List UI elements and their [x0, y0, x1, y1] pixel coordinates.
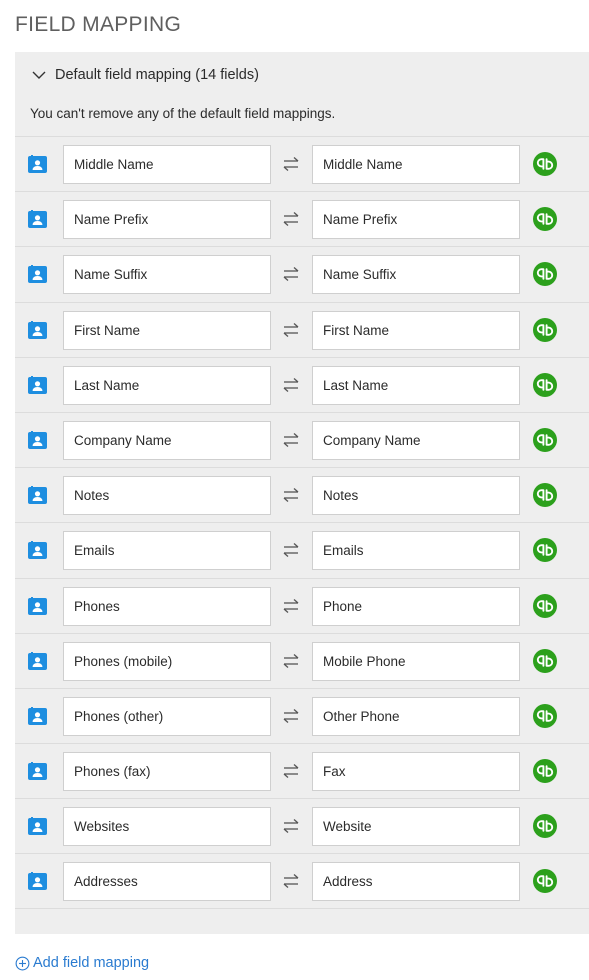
contact-card-icon: [28, 210, 47, 229]
swap-arrows-icon[interactable]: [282, 487, 300, 503]
chevron-down-icon: [32, 71, 46, 79]
swap-arrows-icon[interactable]: [282, 708, 300, 724]
quickbooks-icon: [533, 427, 557, 452]
target-field[interactable]: Other Phone: [312, 696, 520, 736]
contact-card-icon: [28, 155, 47, 174]
swap-arrows-icon[interactable]: [282, 266, 300, 282]
mapping-row: Phones Phone: [15, 577, 589, 633]
source-field[interactable]: Addresses: [63, 862, 271, 902]
page-title: FIELD MAPPING: [15, 13, 182, 36]
mapping-row: First Name First Name: [15, 301, 589, 357]
source-field[interactable]: Name Prefix: [63, 200, 271, 240]
mapping-row: Emails Emails: [15, 522, 589, 577]
mapping-row: Notes Notes: [15, 467, 589, 522]
swap-arrows-icon[interactable]: [282, 432, 300, 448]
quickbooks-icon: [533, 814, 557, 839]
swap-arrows-icon[interactable]: [282, 818, 300, 834]
add-field-mapping-link[interactable]: Add field mapping: [15, 955, 149, 971]
source-field[interactable]: Name Suffix: [63, 255, 271, 295]
target-field[interactable]: Name Suffix: [312, 255, 520, 295]
contact-card-icon: [28, 541, 47, 560]
contact-card-icon: [28, 651, 47, 671]
swap-arrows-icon[interactable]: [282, 156, 300, 172]
target-field[interactable]: Notes: [312, 476, 520, 516]
mapping-row: Last Name Last Name: [15, 356, 589, 412]
mapping-row: Middle Name Middle Name: [15, 136, 589, 191]
swap-arrows-icon[interactable]: [282, 873, 300, 889]
quickbooks-icon: [533, 869, 557, 894]
target-field[interactable]: First Name: [312, 310, 520, 350]
contact-card-icon: [28, 706, 47, 726]
target-field[interactable]: Address: [312, 862, 520, 902]
mapping-row: Phones (mobile) Mobile Phone: [15, 632, 589, 688]
mapping-row: Company Name Company Name: [15, 411, 589, 467]
swap-arrows-icon[interactable]: [282, 542, 300, 558]
contact-card-icon: [28, 265, 47, 284]
contact-card-icon: [28, 486, 47, 505]
swap-arrows-icon[interactable]: [282, 763, 300, 779]
default-mapping-panel: Default field mapping (14 fields) You ca…: [15, 52, 589, 934]
quickbooks-icon: [533, 703, 557, 728]
quickbooks-icon: [533, 207, 557, 232]
add-field-mapping-label: Add field mapping: [33, 955, 150, 971]
swap-arrows-icon[interactable]: [282, 322, 300, 338]
target-field[interactable]: Fax: [312, 752, 520, 792]
contact-card-icon: [28, 596, 47, 616]
swap-arrows-icon[interactable]: [282, 377, 300, 393]
target-field[interactable]: Website: [312, 807, 520, 847]
quickbooks-icon: [533, 372, 557, 397]
quickbooks-icon: [533, 759, 557, 784]
target-field[interactable]: Company Name: [312, 420, 520, 460]
source-field[interactable]: Last Name: [63, 365, 271, 405]
source-field[interactable]: Websites: [63, 807, 271, 847]
target-field[interactable]: Emails: [312, 531, 520, 571]
mapping-row: Websites Website: [15, 798, 589, 853]
target-field[interactable]: Last Name: [312, 365, 520, 405]
quickbooks-icon: [533, 262, 557, 287]
source-field[interactable]: Emails: [63, 531, 271, 571]
swap-arrows-icon[interactable]: [282, 211, 300, 227]
swap-arrows-icon[interactable]: [282, 598, 300, 614]
quickbooks-icon: [533, 152, 557, 176]
quickbooks-icon: [533, 538, 557, 563]
mapping-row: Phones (fax) Fax: [15, 743, 589, 798]
contact-card-icon: [28, 817, 47, 836]
contact-card-icon: [28, 430, 47, 450]
target-field[interactable]: Middle Name: [312, 145, 520, 184]
source-field[interactable]: Middle Name: [63, 145, 271, 184]
mapping-list: Middle Name Middle Name Name Prefix Name Pr…: [15, 136, 589, 909]
source-field[interactable]: Phones (mobile): [63, 641, 271, 681]
swap-arrows-icon[interactable]: [282, 653, 300, 669]
source-field[interactable]: Company Name: [63, 420, 271, 460]
source-field[interactable]: Phones (fax): [63, 752, 271, 792]
quickbooks-icon: [533, 648, 557, 673]
quickbooks-icon: [533, 317, 557, 342]
panel-toggle[interactable]: Default field mapping (14 fields): [31, 65, 259, 85]
panel-title: Default field mapping (14 fields): [55, 67, 259, 83]
source-field[interactable]: Phones (other): [63, 696, 271, 736]
source-field[interactable]: Notes: [63, 476, 271, 516]
contact-card-icon: [28, 320, 47, 340]
source-field[interactable]: First Name: [63, 310, 271, 350]
mapping-row: Name Suffix Name Suffix: [15, 246, 589, 301]
source-field[interactable]: Phones: [63, 586, 271, 626]
mapping-row: Name Prefix Name Prefix: [15, 191, 589, 246]
panel-notice: You can't remove any of the default fiel…: [30, 106, 336, 121]
plus-circle-icon: [15, 956, 30, 970]
quickbooks-icon: [533, 593, 557, 618]
quickbooks-icon: [533, 483, 557, 508]
target-field[interactable]: Name Prefix: [312, 200, 520, 240]
contact-card-icon: [28, 375, 47, 395]
contact-card-icon: [28, 872, 47, 891]
mapping-row: Phones (other) Other Phone: [15, 687, 589, 743]
mapping-row: Addresses Address: [15, 853, 589, 909]
target-field[interactable]: Mobile Phone: [312, 641, 520, 681]
contact-card-icon: [28, 762, 47, 781]
target-field[interactable]: Phone: [312, 586, 520, 626]
